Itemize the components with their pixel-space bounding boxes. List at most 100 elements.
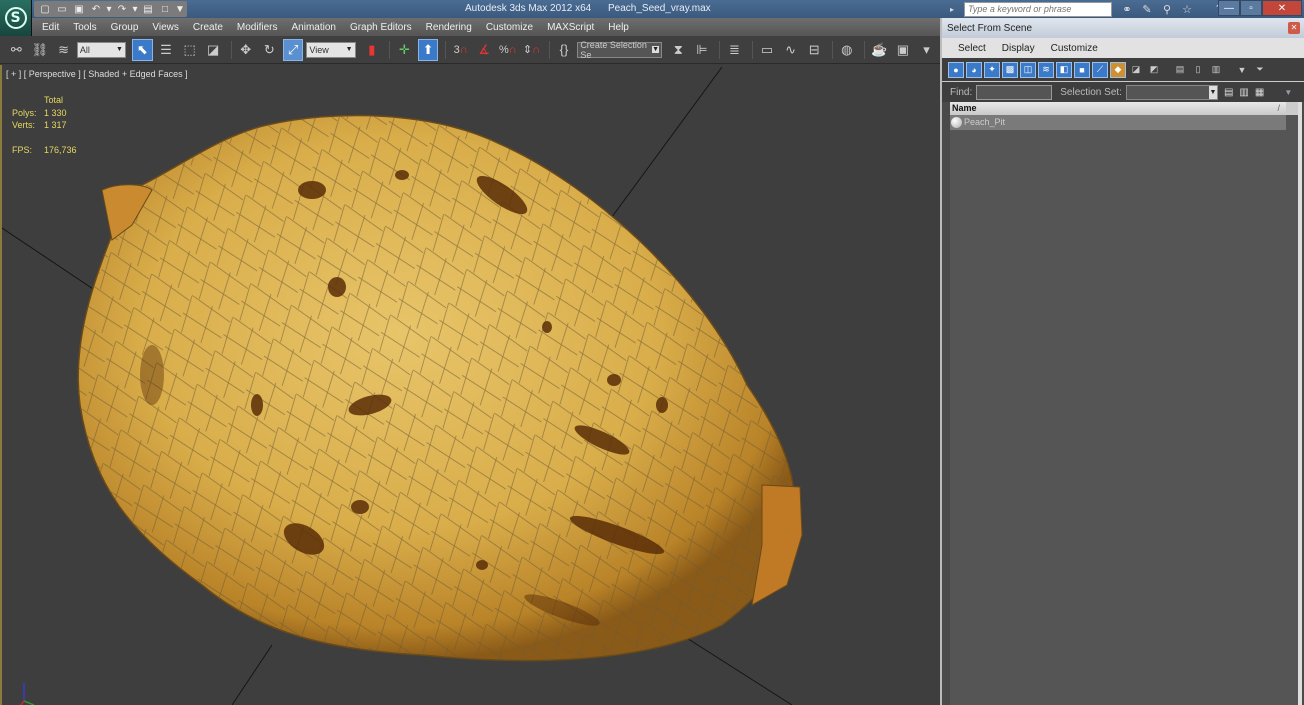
rendered-frame-window-icon[interactable]: ▣	[893, 39, 914, 61]
curve-editor-icon[interactable]: ∿	[780, 39, 801, 61]
snaps-toggle-icon[interactable]: 3 ∩	[450, 39, 471, 61]
save-icon[interactable]: ▣	[72, 3, 86, 16]
layer-manager-icon[interactable]: ≣	[724, 39, 745, 61]
menu-tools[interactable]: Tools	[73, 22, 96, 33]
select-and-move-icon[interactable]: ✥	[235, 39, 256, 61]
minimize-button[interactable]: —	[1218, 0, 1240, 16]
perspective-viewport[interactable]: [ + ] [ Perspective ] [ Shaded + Edged F…	[0, 65, 940, 705]
close-button[interactable]: ✕	[1262, 0, 1302, 16]
viewport-label-menu[interactable]: [ + ] [ Perspective ] [ Shaded + Edged F…	[6, 69, 188, 79]
find-input[interactable]	[976, 84, 1053, 100]
menu-edit[interactable]: Edit	[42, 22, 59, 33]
menu-views[interactable]: Views	[152, 22, 179, 33]
material-editor-icon[interactable]: ◍	[836, 39, 857, 61]
selection-set-dropdown[interactable]: ▼	[1125, 84, 1218, 100]
pivot-center-icon[interactable]: ▮	[362, 39, 383, 61]
dialog-title-bar[interactable]: Select From Scene ✕	[942, 18, 1304, 38]
keyboard-shortcut-override-icon[interactable]: ⬆	[417, 38, 439, 61]
menu-customize[interactable]: Customize	[486, 22, 533, 33]
dialog-menu-customize[interactable]: Customize	[1051, 43, 1098, 54]
customize-qat-icon[interactable]: ▼	[175, 3, 185, 16]
select-none-icon[interactable]: ▯	[1190, 62, 1206, 78]
display-space-warps-icon[interactable]: ≋	[1038, 61, 1054, 78]
window-icon[interactable]: □	[158, 3, 172, 16]
redo-icon[interactable]: ↷	[115, 3, 129, 16]
open-file-icon[interactable]: ▭	[55, 3, 69, 16]
transform-gizmo-icon[interactable]: ✛	[394, 39, 415, 61]
new-file-icon[interactable]: ▢	[38, 3, 52, 16]
find-row: Find: Selection Set: ▼ ▤ ▥ ▦ ▼	[942, 82, 1304, 102]
select-and-link-icon[interactable]: ⚯	[6, 39, 27, 61]
dialog-menu-display[interactable]: Display	[1002, 43, 1035, 54]
schematic-view-icon[interactable]: ⊟	[804, 39, 825, 61]
graphite-modeling-tools-icon[interactable]: ▭	[757, 39, 778, 61]
display-lights-icon[interactable]: ✦	[984, 61, 1000, 78]
reference-coordinate-dropdown[interactable]: View ▼	[306, 41, 356, 58]
display-groups-icon[interactable]: ◧	[1056, 61, 1072, 78]
spinner-snap-icon[interactable]: ⇕ ∩	[521, 39, 542, 61]
select-all-icon[interactable]: ▤	[1172, 62, 1188, 78]
dialog-scrollbar[interactable]	[1298, 102, 1302, 705]
separator	[864, 40, 866, 59]
peach-pit-model[interactable]	[77, 114, 803, 662]
undo-dropdown-icon[interactable]: ▾	[106, 3, 112, 16]
maximize-button[interactable]: ▫	[1240, 0, 1262, 16]
menu-animation[interactable]: Animation	[291, 22, 335, 33]
undo-icon[interactable]: ↶	[89, 3, 103, 16]
select-invert-icon[interactable]: ▥	[1208, 62, 1224, 78]
display-helpers-icon[interactable]: ◫	[1020, 61, 1036, 78]
select-and-scale-icon[interactable]: ⤢	[282, 38, 304, 61]
rectangular-selection-icon[interactable]: ⬚	[179, 39, 200, 61]
render-production-icon[interactable]: ▾	[916, 39, 937, 61]
name-column-header[interactable]: Name /	[950, 102, 1286, 115]
display-frozen-icon[interactable]: ◪	[1128, 62, 1144, 78]
menu-create[interactable]: Create	[193, 22, 223, 33]
display-cameras-icon[interactable]: ▩	[1002, 61, 1018, 78]
dialog-menu-select[interactable]: Select	[958, 43, 986, 54]
menu-group[interactable]: Group	[111, 22, 139, 33]
render-setup-icon[interactable]: ☕	[869, 39, 890, 61]
angle-snap-icon[interactable]: ∡	[474, 39, 495, 61]
unlink-selection-icon[interactable]: ⛓	[30, 39, 51, 61]
display-hidden-icon[interactable]: ◩	[1146, 62, 1162, 78]
select-object-icon[interactable]: ⬉	[131, 38, 153, 61]
dialog-close-button[interactable]: ✕	[1288, 22, 1300, 34]
named-selection-set-dropdown[interactable]: Create Selection Se ▼	[577, 40, 663, 60]
display-xrefs-icon[interactable]: ■	[1074, 61, 1090, 78]
advanced-filter-icon[interactable]: ⏷	[1252, 62, 1268, 78]
window-crossing-icon[interactable]: ◪	[203, 39, 224, 61]
menu-modifiers[interactable]: Modifiers	[237, 22, 278, 33]
select-and-rotate-icon[interactable]: ↻	[259, 39, 280, 61]
menu-help[interactable]: Help	[608, 22, 629, 33]
separator	[751, 40, 753, 59]
menu-maxscript[interactable]: MAXScript	[547, 22, 594, 33]
align-icon[interactable]: ⊫	[692, 39, 713, 61]
select-by-name-icon[interactable]: ☰	[156, 39, 177, 61]
percent-snap-icon[interactable]: % ∩	[498, 39, 519, 61]
expand-arrow-icon[interactable]: ▸	[950, 5, 954, 14]
list-item[interactable]: Peach_Pit	[950, 115, 1286, 130]
create-selection-set-icon[interactable]: ▤	[1224, 87, 1233, 98]
project-folder-icon[interactable]: ▤	[141, 3, 155, 16]
menu-rendering[interactable]: Rendering	[426, 22, 472, 33]
keyword-search-input[interactable]	[964, 1, 1113, 17]
binoculars-icon[interactable]: ⚭	[1120, 3, 1134, 16]
subscription-icon[interactable]: ⚲	[1160, 3, 1174, 16]
menu-graph-editors[interactable]: Graph Editors	[350, 22, 412, 33]
redo-dropdown-icon[interactable]: ▾	[132, 3, 138, 16]
selection-filter-dropdown[interactable]: All ▼	[76, 41, 126, 58]
filter-icon[interactable]: ▼	[1234, 62, 1250, 78]
dialog-options-arrow-icon[interactable]: ▼	[1284, 88, 1292, 97]
app-menu-button[interactable]: S	[0, 0, 32, 36]
favorites-star-icon[interactable]: ☆	[1180, 3, 1194, 16]
display-bones-icon[interactable]: ⟋	[1092, 61, 1108, 78]
display-containers-icon[interactable]: ◆	[1110, 61, 1126, 78]
bind-to-space-warp-icon[interactable]: ≋	[53, 39, 74, 61]
remove-selection-set-icon[interactable]: ▥	[1239, 87, 1248, 98]
display-shapes-icon[interactable]: ◕	[966, 61, 982, 78]
wrench-icon[interactable]: ✎	[1140, 3, 1154, 16]
edit-named-selection-icon[interactable]: {}	[554, 39, 575, 61]
mirror-icon[interactable]: ⧗	[668, 39, 689, 61]
display-geometry-icon[interactable]: ●	[948, 61, 964, 78]
add-to-selection-set-icon[interactable]: ▦	[1255, 87, 1264, 98]
